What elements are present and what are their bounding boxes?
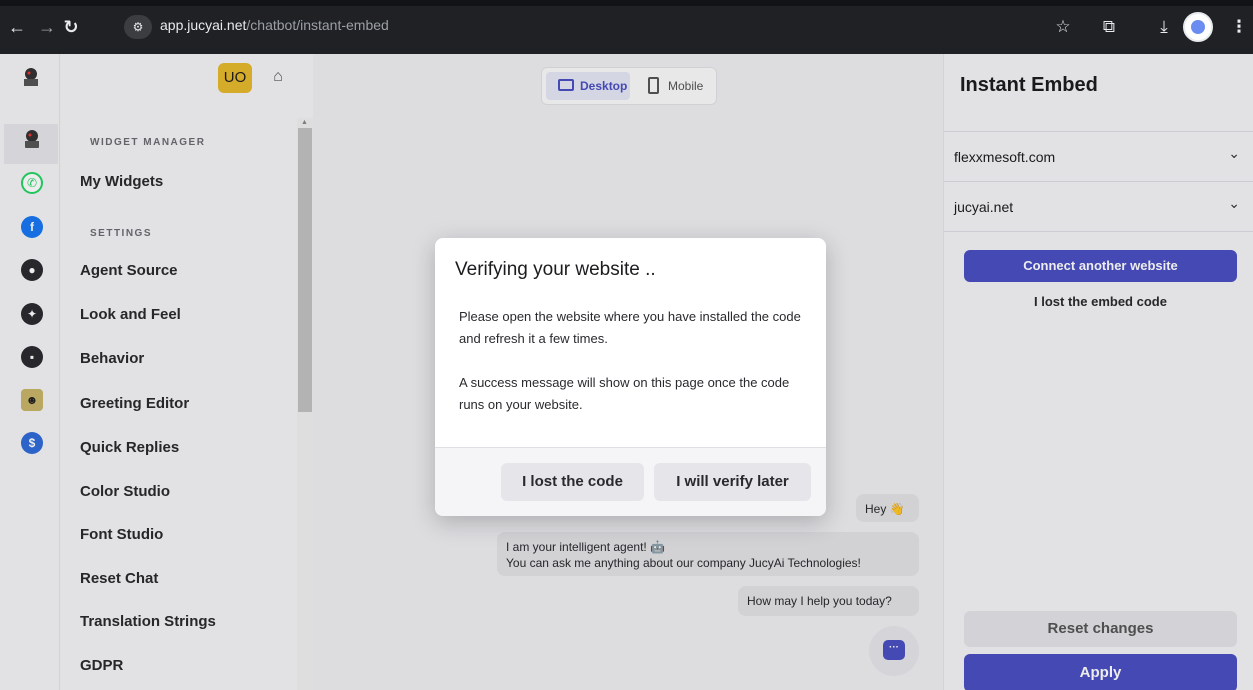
site-info-icon[interactable]: ⚙ bbox=[124, 15, 152, 39]
profile-avatar[interactable] bbox=[1183, 12, 1213, 42]
reload-icon[interactable]: ↻ bbox=[60, 14, 82, 40]
back-arrow-icon[interactable]: ← bbox=[6, 14, 28, 40]
url-host: app.jucyai.net bbox=[160, 17, 247, 33]
kebab-menu-icon[interactable]: ⋮ bbox=[1226, 14, 1252, 40]
verify-later-button[interactable]: I will verify later bbox=[654, 463, 811, 501]
modal-paragraph-1: Please open the website where you have i… bbox=[459, 309, 801, 346]
lost-code-button[interactable]: I lost the code bbox=[501, 463, 644, 501]
forward-arrow-icon[interactable]: → bbox=[36, 14, 58, 40]
modal-paragraph-2: A success message will show on this page… bbox=[459, 375, 790, 412]
tab-strip bbox=[0, 0, 1253, 6]
address-bar[interactable]: app.jucyai.net/chatbot/instant-embed bbox=[160, 17, 389, 33]
url-path: /chatbot/instant-embed bbox=[246, 17, 389, 33]
verify-website-modal: Verifying your website .. Please open th… bbox=[435, 238, 826, 516]
extensions-icon[interactable]: ⧉ bbox=[1096, 14, 1122, 40]
star-icon[interactable]: ☆ bbox=[1050, 14, 1076, 40]
browser-toolbar: ← → ↻ ⚙ app.jucyai.net/chatbot/instant-e… bbox=[0, 0, 1253, 54]
download-icon[interactable]: ⤓ bbox=[1151, 14, 1177, 40]
modal-title: Verifying your website .. bbox=[455, 259, 656, 280]
modal-footer: I lost the code I will verify later bbox=[435, 448, 826, 516]
